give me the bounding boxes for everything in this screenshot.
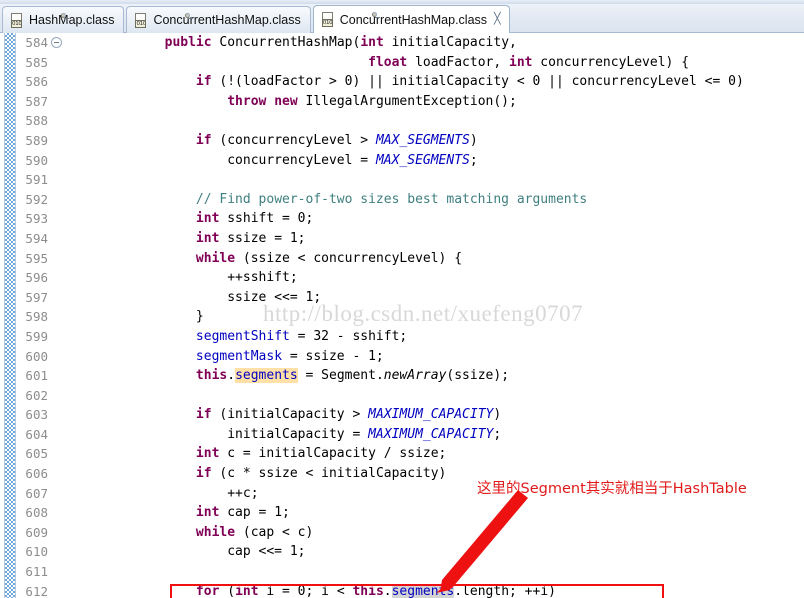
code-line[interactable]: 588: [0, 111, 804, 131]
line-number: 604: [25, 426, 48, 442]
code-line-text: while (ssize < concurrencyLevel) {: [195, 250, 463, 266]
code-line[interactable]: 589 if (concurrencyLevel > MAX_SEGMENTS): [0, 131, 804, 151]
line-number: 602: [25, 387, 48, 403]
line-number: 591: [25, 172, 48, 188]
line-number: 584: [25, 35, 48, 50]
code-line[interactable]: 585 float loadFactor, int concurrencyLev…: [0, 53, 804, 73]
line-number: 597: [25, 289, 48, 305]
code-line[interactable]: 587 throw new IllegalArgumentException()…: [0, 92, 804, 112]
close-icon[interactable]: ╳: [494, 14, 501, 25]
code-line[interactable]: 594 int ssize = 1;: [0, 229, 804, 249]
code-line-text: int cap = 1;: [195, 505, 290, 521]
code-line-text: segmentMask = ssize - 1;: [195, 348, 384, 364]
code-line-text: throw new IllegalArgumentException();: [227, 93, 517, 109]
code-line[interactable]: 610 cap <<= 1;: [0, 542, 804, 562]
line-number: 598: [25, 309, 48, 325]
line-number: 592: [25, 191, 48, 207]
line-number: 599: [25, 328, 48, 344]
code-line-text: if (concurrencyLevel > MAX_SEGMENTS): [195, 132, 478, 148]
code-line[interactable]: 609 while (cap < c): [0, 523, 804, 543]
code-line-text: cap <<= 1;: [102, 544, 306, 560]
code-line[interactable]: 593 int sshift = 0;: [0, 209, 804, 229]
code-line-text: public ConcurrentHashMap(int initialCapa…: [164, 35, 517, 50]
code-line[interactable]: 597 ssize <<= 1;: [0, 288, 804, 308]
line-number: 606: [25, 466, 48, 482]
code-line-text: ssize <<= 1;: [102, 289, 322, 305]
code-line[interactable]: 612 for (int i = 0; i < this.segments.le…: [0, 582, 804, 598]
line-number: 596: [25, 270, 48, 286]
code-line-text: if (c * ssize < initialCapacity): [195, 466, 447, 482]
line-number: 590: [25, 152, 48, 168]
line-number: 608: [25, 505, 48, 521]
line-number: 593: [25, 211, 48, 227]
line-number: 585: [25, 54, 48, 70]
code-line[interactable]: 590 concurrencyLevel = MAX_SEGMENTS;: [0, 151, 804, 171]
code-line-text: segmentShift = 32 - sshift;: [195, 328, 408, 344]
code-editor[interactable]: 584 public ConcurrentHashMap(int initial…: [0, 33, 804, 598]
code-line[interactable]: 604 initialCapacity = MAXIMUM_CAPACITY;: [0, 425, 804, 445]
code-line-text: float loadFactor, int concurrencyLevel) …: [368, 54, 690, 70]
code-line[interactable]: 584 public ConcurrentHashMap(int initial…: [0, 33, 804, 53]
code-line[interactable]: 605 int c = initialCapacity / ssize;: [0, 444, 804, 464]
code-line[interactable]: 586 if (!(loadFactor > 0) || initialCapa…: [0, 72, 804, 92]
line-number: 607: [25, 485, 48, 501]
code-line-text: }: [102, 309, 204, 325]
line-number: 612: [25, 583, 48, 598]
editor-tab-label: HashMap.class: [29, 13, 115, 27]
code-line[interactable]: 591: [0, 170, 804, 190]
annotation-note-text: 这里的Segment其实就相当于HashTable: [477, 481, 747, 497]
line-number: 588: [25, 113, 48, 129]
editor-tab-2[interactable]: 010 ConcurrentHashMap.class ╳: [312, 5, 510, 34]
code-line-text: ++sshift;: [102, 270, 298, 286]
line-number: 603: [25, 407, 48, 423]
line-number: 600: [25, 348, 48, 364]
line-number: 595: [25, 250, 48, 266]
code-line-text: int sshift = 0;: [195, 211, 314, 227]
editor-tab-label: ConcurrentHashMap.class: [339, 12, 488, 27]
line-number: 605: [25, 446, 48, 462]
line-number: 610: [25, 544, 48, 560]
code-lines[interactable]: 584 public ConcurrentHashMap(int initial…: [0, 33, 804, 598]
code-line-text: if (!(loadFactor > 0) || initialCapacity…: [195, 74, 744, 90]
class-file-icon: 010: [134, 12, 194, 28]
editor-tab-bar: 010 HashMap.class 010 ConcurrentHashMap.cla…: [0, 0, 804, 34]
line-number: 586: [25, 74, 48, 90]
code-line-text: for (int i = 0; i < this.segments.length…: [195, 583, 556, 598]
code-line-text: int c = initialCapacity / ssize;: [195, 446, 447, 462]
line-number: 601: [25, 368, 48, 384]
code-line[interactable]: 595 while (ssize < concurrencyLevel) {: [0, 249, 804, 269]
code-line[interactable]: 601 this.segments = Segment.newArray(ssi…: [0, 366, 804, 386]
code-line[interactable]: 596 ++sshift;: [0, 268, 804, 288]
code-line-text: // Find power-of-two sizes best matching…: [195, 191, 588, 207]
code-line-text: ++c;: [102, 485, 259, 501]
code-line[interactable]: 608 int cap = 1;: [0, 503, 804, 523]
class-file-icon: 010: [321, 12, 380, 27]
code-line[interactable]: 603 if (initialCapacity > MAXIMUM_CAPACI…: [0, 405, 804, 425]
line-number: 594: [25, 230, 48, 246]
code-line[interactable]: 598 }: [0, 307, 804, 327]
code-line[interactable]: 592 // Find power-of-two sizes best matc…: [0, 190, 804, 210]
code-line[interactable]: 611: [0, 562, 804, 582]
editor-tab-0[interactable]: 010 HashMap.class: [2, 6, 125, 33]
code-line-text: int ssize = 1;: [195, 230, 306, 246]
code-line[interactable]: 599 segmentShift = 32 - sshift;: [0, 327, 804, 347]
code-line-text: while (cap < c): [195, 524, 314, 540]
code-fold-collapse-icon[interactable]: [51, 37, 62, 48]
line-number: 609: [25, 524, 48, 540]
tab-list: 010 HashMap.class 010 ConcurrentHashMap.cla…: [2, 5, 512, 34]
editor-tab-label: ConcurrentHashMap.class: [153, 13, 301, 27]
code-line-text: if (initialCapacity > MAXIMUM_CAPACITY): [195, 407, 502, 423]
line-number: 587: [25, 93, 48, 109]
line-number: 589: [25, 132, 48, 148]
code-line-text: concurrencyLevel = MAX_SEGMENTS;: [102, 152, 478, 168]
editor-tab-1[interactable]: 010 ConcurrentHashMap.class: [126, 6, 311, 33]
code-line-text: initialCapacity = MAXIMUM_CAPACITY;: [102, 426, 502, 442]
code-line[interactable]: 600 segmentMask = ssize - 1;: [0, 347, 804, 367]
code-line-text: this.segments = Segment.newArray(ssize);: [195, 368, 510, 384]
class-file-icon: 010: [10, 12, 69, 28]
code-line[interactable]: 602: [0, 386, 804, 406]
line-number: 611: [25, 564, 48, 580]
